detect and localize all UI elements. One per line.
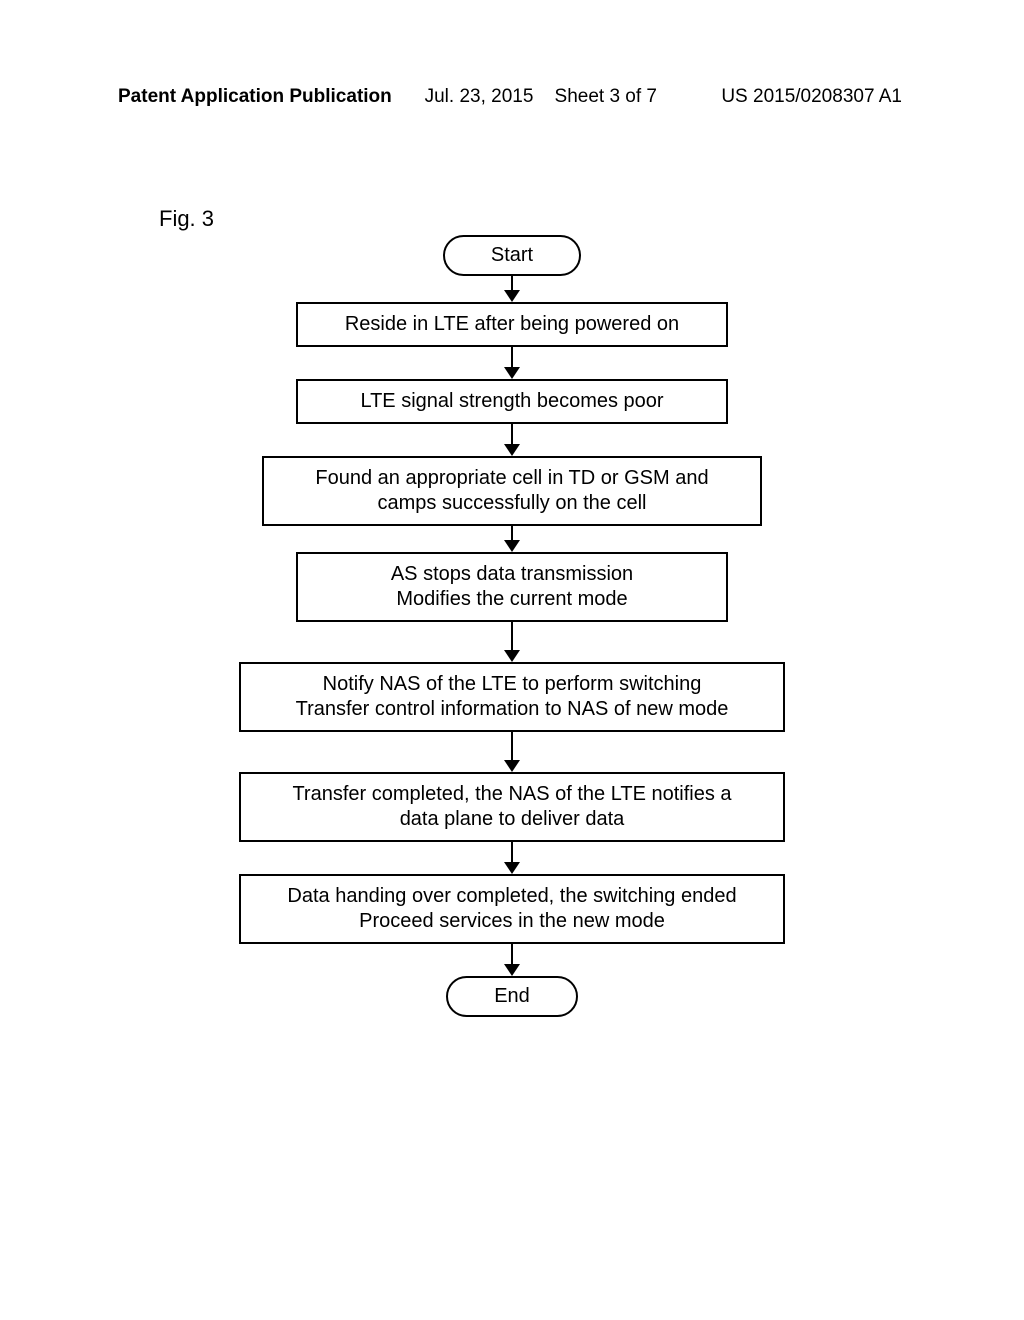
process-step-6: Transfer completed, the NAS of the LTE n… [239, 772, 785, 842]
process-step-1: Reside in LTE after being powered on [296, 302, 728, 347]
arrow-icon [504, 347, 520, 379]
arrow-icon [504, 276, 520, 302]
arrow-icon [504, 526, 520, 552]
process-step-4: AS stops data transmissionModifies the c… [296, 552, 728, 622]
header-sheet: Sheet 3 of 7 [555, 86, 657, 107]
header-title: Patent Application Publication [118, 86, 392, 108]
process-step-2: LTE signal strength becomes poor [296, 379, 728, 424]
header-date: Jul. 23, 2015 [425, 86, 534, 107]
process-step-3: Found an appropriate cell in TD or GSM a… [262, 456, 762, 526]
arrow-icon [504, 732, 520, 772]
process-step-7: Data handing over completed, the switchi… [239, 874, 785, 944]
arrow-icon [504, 944, 520, 976]
header-middle: Jul. 23, 2015 Sheet 3 of 7 [425, 86, 657, 108]
terminator-end: End [446, 976, 578, 1017]
arrow-icon [504, 424, 520, 456]
figure-label: Fig. 3 [159, 206, 214, 232]
arrow-icon [504, 622, 520, 662]
flowchart: Start Reside in LTE after being powered … [0, 235, 1024, 1017]
arrow-icon [504, 842, 520, 874]
header-pubnumber: US 2015/0208307 A1 [721, 86, 902, 108]
process-step-5: Notify NAS of the LTE to perform switchi… [239, 662, 785, 732]
terminator-start: Start [443, 235, 581, 276]
